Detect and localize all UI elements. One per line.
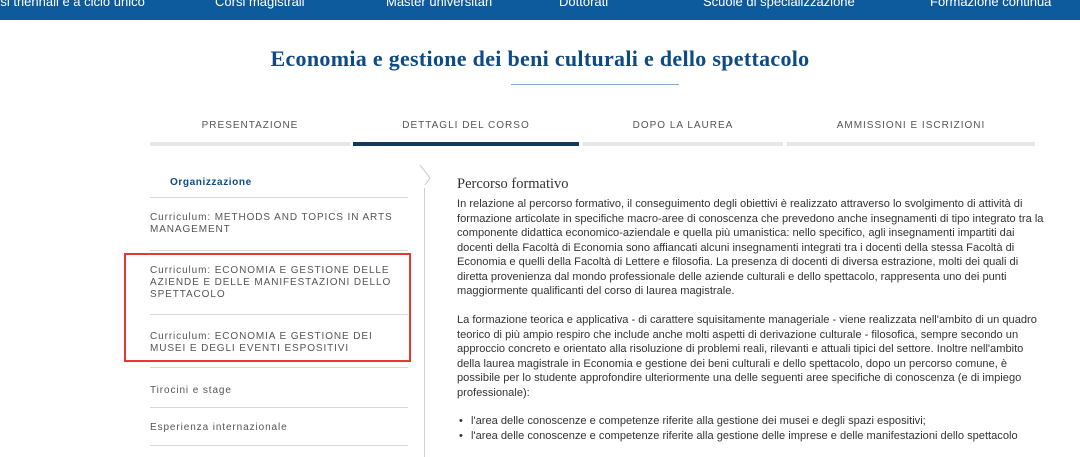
tab-ammissioni-iscrizioni[interactable]: AMMISSIONI E ISCRIZIONI <box>787 120 1035 131</box>
sidebar-item-esperienza-internazionale[interactable]: Esperienza internazionale <box>150 422 408 434</box>
nav-corsi-magistrali[interactable]: Corsi magistrali <box>215 0 305 9</box>
page-title: Economia e gestione dei beni culturali e… <box>270 46 810 71</box>
sidebar-divider <box>150 407 408 408</box>
sidebar-divider <box>150 445 408 446</box>
sidebar-divider <box>150 367 408 368</box>
nav-dottorati[interactable]: Dottorati <box>559 0 608 9</box>
tab-dopo-la-laurea[interactable]: DOPO LA LAUREA <box>583 120 783 131</box>
nav-formazione-continua[interactable]: Formazione continua <box>930 0 1051 9</box>
tab-dettagli-active-indicator <box>353 142 579 146</box>
top-navigation-bar: rsi triennali e a ciclo unico Corsi magi… <box>0 0 1080 20</box>
title-divider <box>511 84 679 85</box>
content-paragraph-1: In relazione al percorso formativo, il c… <box>457 198 1044 297</box>
tab-ammissioni-indicator <box>787 142 1035 146</box>
sidebar-divider <box>150 250 408 251</box>
tab-presentazione-indicator <box>150 142 350 146</box>
chevron-right-icon <box>419 165 431 186</box>
sidebar-item-methods-topics[interactable]: Curriculum: METHODS AND TOPICS IN ARTS M… <box>150 212 408 236</box>
sidebar-item-tirocini-stage[interactable]: Tirocini e stage <box>150 385 408 397</box>
sidebar-item-organizzazione[interactable]: Organizzazione <box>170 177 428 189</box>
tab-presentazione[interactable]: PRESENTAZIONE <box>150 120 350 131</box>
list-item: l'area delle conoscenze e competenze rif… <box>457 414 1047 429</box>
tab-dettagli-del-corso[interactable]: DETTAGLI DEL CORSO <box>353 120 579 131</box>
section-title: Percorso formativo <box>457 176 569 192</box>
nav-master-universitari[interactable]: Master universitari <box>386 0 492 9</box>
sidebar-divider <box>150 197 408 198</box>
tab-dopo-indicator <box>583 142 783 146</box>
nav-scuole-specializzazione[interactable]: Scuole di specializzazione <box>703 0 855 9</box>
areas-list: l'area delle conoscenze e competenze rif… <box>457 414 1047 443</box>
nav-corsi-triennali[interactable]: rsi triennali e a ciclo unico <box>0 0 145 9</box>
highlight-annotation-box <box>124 253 411 362</box>
content-divider <box>424 188 425 457</box>
content-paragraph-2: La formazione teorica e applicativa - di… <box>457 314 1037 399</box>
list-item: l'area delle conoscenze e competenze rif… <box>457 429 1047 444</box>
